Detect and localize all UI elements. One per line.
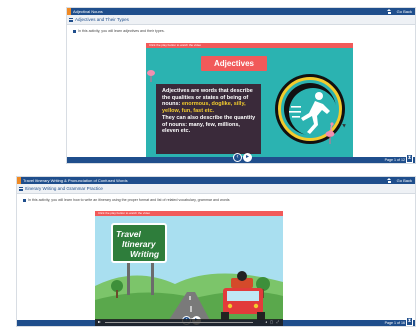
sign-post — [151, 263, 154, 295]
sign-post — [127, 263, 130, 295]
video-controls[interactable]: ◂ ▢ ⤢ — [95, 319, 283, 326]
instruction-text: In this activity, you will learn how to … — [23, 198, 230, 202]
info-icon — [23, 198, 26, 202]
page-indicator: Page 1 of 16 — [384, 321, 405, 325]
sign-line-writing: Writing — [130, 249, 160, 259]
go-back-link[interactable]: Go Back — [397, 8, 412, 15]
video-settings-icons[interactable]: ◂ ▢ ⤢ — [265, 320, 280, 324]
lesson-title: Adjectives and Their Types — [75, 17, 129, 22]
nav-controls: ‹ ▸ — [233, 153, 252, 162]
course-title: Adjectival Nouns — [73, 9, 103, 14]
video-slide[interactable]: Click the play button to watch the video… — [95, 211, 283, 326]
slide-header: Click the play button to watch the video — [95, 211, 283, 216]
lesson-subbar: Adjectives and Their Types — [67, 15, 415, 25]
slide-banner: Adjectives — [201, 56, 267, 71]
lesson-subbar: Itinerary Writing and Grammar Practice — [17, 184, 415, 194]
info-icon — [73, 29, 76, 33]
flamingo-icon — [147, 70, 155, 82]
prev-icon: ‹ — [236, 154, 239, 160]
instruction-label: In this activity, you will learn how to … — [28, 198, 230, 202]
play-icon: ▸ — [245, 154, 249, 160]
go-back-link[interactable]: Go Back — [397, 177, 412, 184]
top-bar: Adjectival Nouns Go Back — [67, 8, 415, 15]
flamingo-icon — [325, 122, 335, 144]
definition-box: Adjectives are words that describe the q… — [156, 84, 261, 154]
lesson-title: Itinerary Writing and Grammar Practice — [25, 186, 103, 191]
lesson-window-itinerary: Travel Itinerary Writing & Pronunciation… — [16, 176, 416, 327]
play-button[interactable]: ▸ — [243, 153, 252, 162]
sign-line-itinerary: Itinerary — [122, 239, 156, 249]
travel-sign: Travel Itinerary Writing — [111, 223, 167, 263]
video-progress[interactable] — [105, 322, 253, 323]
menu-icon[interactable] — [69, 18, 73, 22]
instruction-label: In this activity, you will learn adjecti… — [78, 29, 165, 33]
home-icon[interactable] — [386, 178, 392, 183]
page-indicator: Page 1 of 12 — [384, 158, 405, 162]
lesson-window-adjectives: Adjectival Nouns Go Back Adjectives and … — [66, 7, 416, 164]
top-bar: Travel Itinerary Writing & Pronunciation… — [17, 177, 415, 184]
prev-button[interactable]: ‹ — [233, 153, 242, 162]
quantity-text: They can also describe the quantity of n… — [162, 114, 256, 135]
video-slide[interactable]: Click the play button to watch the video… — [146, 43, 353, 162]
video-play-icon[interactable] — [98, 321, 101, 323]
sign-line-travel: Travel — [116, 229, 141, 239]
slide-header: Click the play button to watch the video — [146, 43, 353, 48]
timer-icon[interactable]: ⧗ — [406, 154, 413, 163]
menu-icon[interactable] — [19, 187, 23, 191]
timer-icon[interactable]: ⧗ — [406, 317, 413, 326]
home-icon[interactable] — [386, 9, 392, 14]
course-title: Travel Itinerary Writing & Pronunciation… — [23, 178, 128, 183]
instruction-text: In this activity, you will learn adjecti… — [73, 29, 165, 33]
